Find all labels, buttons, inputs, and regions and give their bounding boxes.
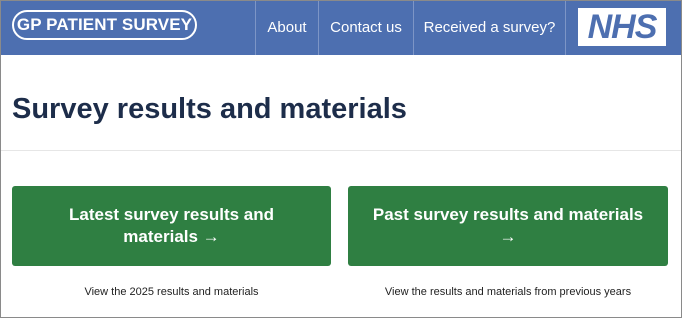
nhs-logo-text: NHS	[587, 8, 658, 46]
page-title: Survey results and materials	[12, 93, 407, 125]
nav-about-link[interactable]: About	[255, 1, 318, 55]
latest-results-label: Latest survey results and materials →	[68, 205, 275, 246]
gp-patient-survey-logo[interactable]: GP PATIENT SURVEY	[12, 10, 197, 40]
latest-results-button[interactable]: Latest survey results and materials →	[12, 186, 331, 266]
past-results-caption: View the results and materials from prev…	[384, 286, 632, 298]
past-results-label: Past survey results and materials →	[372, 205, 644, 246]
past-results-button[interactable]: Past survey results and materials →	[348, 186, 668, 266]
nav-contact-link[interactable]: Contact us	[318, 1, 413, 55]
nhs-logo[interactable]: NHS	[578, 8, 666, 46]
nav-received-survey-link[interactable]: Received a survey?	[413, 1, 565, 55]
site-header: GP PATIENT SURVEY About Contact us Recei…	[1, 1, 681, 55]
divider	[1, 150, 681, 151]
nhs-logo-container: NHS	[565, 1, 681, 55]
latest-results-caption: View the 2025 results and materials	[84, 286, 259, 298]
